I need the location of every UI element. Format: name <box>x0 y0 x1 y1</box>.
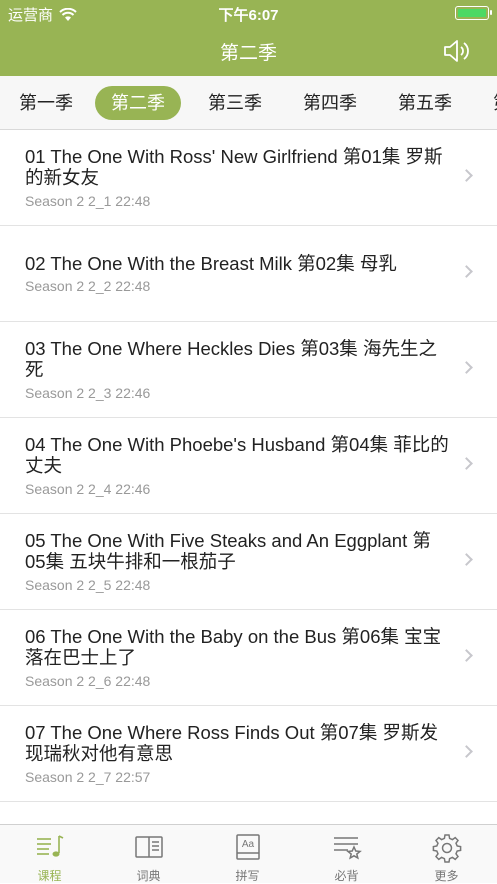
chevron-right-icon <box>460 553 473 566</box>
course-icon <box>37 835 64 857</box>
chevron-right-icon <box>460 745 473 758</box>
chevron-right-icon <box>460 169 473 182</box>
chevron-right-icon <box>460 265 473 278</box>
tab-spelling-label: 拼写 <box>235 869 260 883</box>
list-item[interactable]: 05 The One With Five Steaks and An Eggpl… <box>0 514 497 610</box>
nav-bar: 第二季 <box>0 26 497 76</box>
chevron-right-icon <box>460 361 473 374</box>
list-item[interactable]: 02 The One With the Breast Milk 第02集 母乳 … <box>0 226 497 322</box>
list-item[interactable]: 03 The One Where Heckles Dies 第03集 海先生之死… <box>0 322 497 418</box>
page-title: 第二季 <box>219 43 277 64</box>
bottom-tab-bar: 课程 词典 Aa 拼写 必背 更多 <box>0 824 497 883</box>
episode-meta: Season 2 2_5 22:48 <box>25 577 151 593</box>
episode-meta: Season 2 2_2 22:48 <box>25 278 151 294</box>
status-bar: 运营商 下午6:07 <box>0 0 497 26</box>
tab-season-4[interactable]: 第四季 <box>287 86 373 120</box>
gear-icon <box>432 834 462 863</box>
svg-text:Aa: Aa <box>242 839 255 850</box>
must-memorize-icon <box>334 837 362 860</box>
episode-meta: Season 2 2_7 22:57 <box>25 769 151 785</box>
tab-must-memorize-label: 必背 <box>334 869 359 883</box>
list-item[interactable]: 07 The One Where Ross Finds Out 第07集 罗斯发… <box>0 706 497 802</box>
episode-title: 06 The One With the Baby on the Bus 第06集… <box>25 626 442 668</box>
chevron-right-icon <box>460 457 473 470</box>
tab-spelling[interactable]: Aa 拼写 <box>198 825 297 884</box>
tab-season-6[interactable]: 第 <box>477 86 497 120</box>
episode-meta: Season 2 2_1 22:48 <box>25 193 151 209</box>
tab-season-5[interactable]: 第五季 <box>382 86 468 120</box>
tab-course-label: 课程 <box>37 869 62 883</box>
episode-title: 05 The One With Five Steaks and An Eggpl… <box>25 530 431 572</box>
episode-title: 02 The One With the Breast Milk 第02集 母乳 <box>25 253 397 274</box>
tab-must-memorize[interactable]: 必背 <box>297 825 396 884</box>
list-item[interactable]: 01 The One With Ross' New Girlfriend 第01… <box>0 130 497 226</box>
tab-season-2[interactable]: 第二季 <box>95 86 181 120</box>
episode-title: 03 The One Where Heckles Dies 第03集 海先生之死 <box>25 338 437 380</box>
episode-title: 04 The One With Phoebe's Husband 第04集 菲比… <box>25 434 449 476</box>
tab-course[interactable]: 课程 <box>0 825 99 884</box>
episode-title: 07 The One Where Ross Finds Out 第07集 罗斯发… <box>25 722 438 764</box>
list-item[interactable]: 04 The One With Phoebe's Husband 第04集 菲比… <box>0 418 497 514</box>
tab-season-1[interactable]: 第一季 <box>3 86 89 120</box>
battery-icon <box>455 6 492 20</box>
chevron-right-icon <box>460 649 473 662</box>
tab-more-label: 更多 <box>434 869 459 883</box>
tab-more[interactable]: 更多 <box>397 825 496 884</box>
episode-title: 01 The One With Ross' New Girlfriend 第01… <box>25 146 443 188</box>
tab-season-3[interactable]: 第三季 <box>192 86 278 120</box>
dictionary-icon <box>135 836 163 858</box>
tab-dictionary-label: 词典 <box>136 869 161 883</box>
episode-list: 01 The One With Ross' New Girlfriend 第01… <box>0 130 497 824</box>
episode-meta: Season 2 2_4 22:46 <box>25 481 151 497</box>
status-time: 下午6:07 <box>218 7 279 24</box>
list-item[interactable] <box>0 802 497 824</box>
list-item[interactable]: 06 The One With the Baby on the Bus 第06集… <box>0 610 497 706</box>
episode-meta: Season 2 2_6 22:48 <box>25 673 151 689</box>
episode-meta: Season 2 2_3 22:46 <box>25 385 151 401</box>
season-tabs: 第一季 第二季 第三季 第四季 第五季 第 <box>0 76 497 130</box>
speaker-icon[interactable] <box>441 36 471 66</box>
tab-dictionary[interactable]: 词典 <box>99 825 198 884</box>
spelling-icon: Aa <box>236 834 260 860</box>
